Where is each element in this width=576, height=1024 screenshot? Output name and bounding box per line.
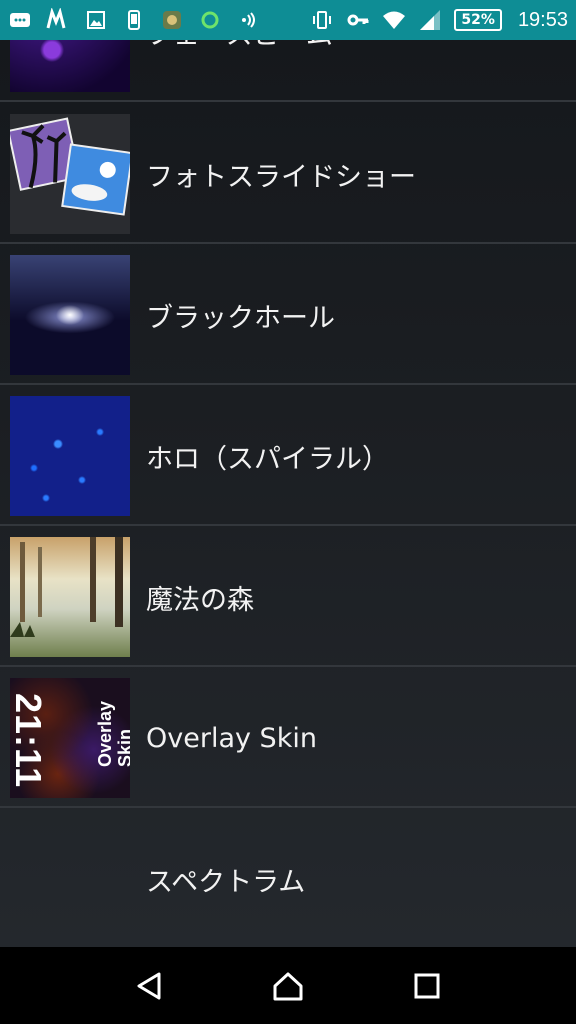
list-item[interactable]: ホロ（スパイラル） [0,386,576,526]
nfc-icon [236,8,260,32]
list-item[interactable]: 魔法の森 [0,527,576,667]
list-item[interactable]: フェースビーム [0,40,576,102]
list-item-label: フォトスライドショー [146,161,416,193]
thumbnail-holo-spiral [10,396,130,516]
back-icon[interactable] [129,966,169,1006]
list-item-label: フェースビーム [146,40,333,102]
gallery-icon [84,8,108,32]
key-icon [346,8,370,32]
thumbnail-magic-forest [10,537,130,657]
battery-indicator: 52% [454,9,502,31]
list-item-label: ブラックホール [146,302,335,334]
list-item[interactable]: 21:11 Overlay Skin Overlay Skin [0,668,576,808]
thumbnail-photo-slideshow [10,114,130,234]
thumbnail-text: Overlay Skin [95,700,130,767]
thumbnail-black-hole [10,255,130,375]
navigation-bar [0,947,576,1024]
list-item[interactable]: フォトスライドショー [0,104,576,244]
recents-icon[interactable] [407,966,447,1006]
wallpaper-list: フェースビーム フォトスライドショー ブラックホール ホロ（スパイ [0,40,576,947]
thumbnail-time: 21:11 [10,693,49,789]
list-item-label: 魔法の森 [146,584,254,616]
game-icon [160,8,184,32]
thumbnail-overlay-skin: 21:11 Overlay Skin [10,678,130,798]
circle-icon [198,8,222,32]
list-item[interactable]: スペクトラム [0,809,576,947]
clock: 19:53 [517,8,568,31]
list-item[interactable]: ブラックホール [0,245,576,385]
phone-icon [122,8,146,32]
list-item-label: スペクトラム [146,866,306,898]
list-item-label: Overlay Skin [146,722,317,754]
signal-icon [418,8,442,32]
message-icon [8,8,32,32]
home-icon[interactable] [268,966,308,1006]
thumbnail-purple-bokeh [10,40,130,92]
thumbnail-spectrum [10,819,130,939]
vibrate-icon [310,8,334,32]
list-item-label: ホロ（スパイラル） [146,443,389,475]
app-icon [46,8,70,32]
status-bar: 52% 19:53 [0,0,576,40]
wifi-icon [382,8,406,32]
